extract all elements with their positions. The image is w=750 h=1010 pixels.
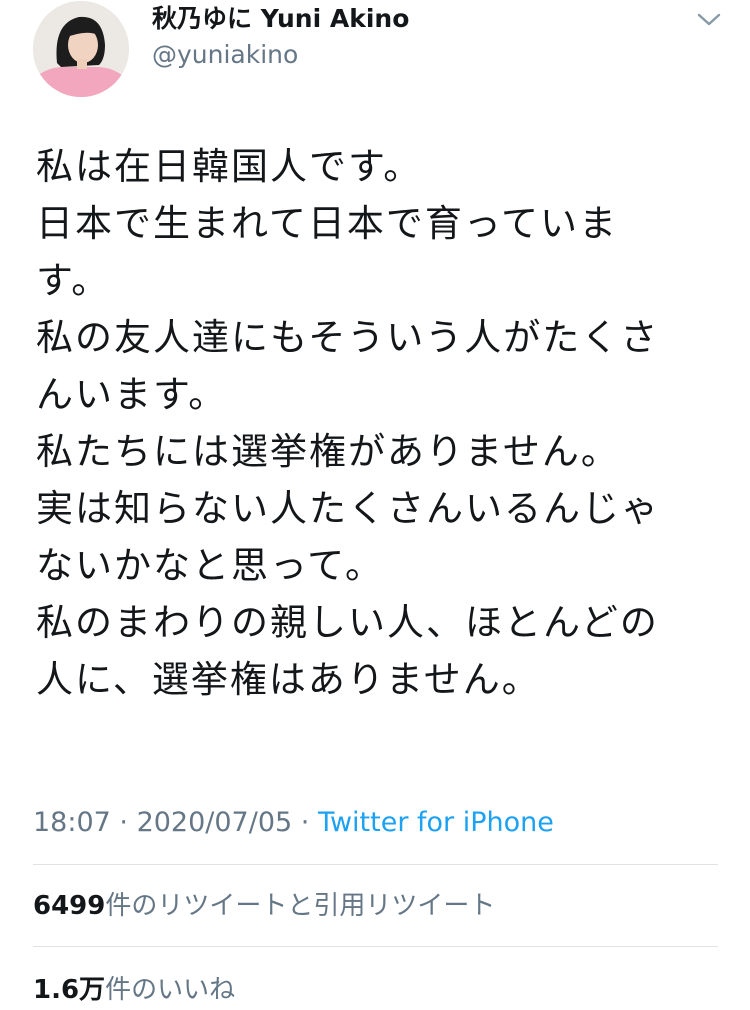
avatar[interactable] (33, 1, 129, 97)
likes-label: 件のいいね (105, 975, 236, 1005)
tweet-text-line: 人に、選挙権はありません。 (36, 658, 541, 701)
likes-count: 1.6万 (33, 975, 106, 1005)
tweet-text-line: す。 (36, 259, 111, 302)
tweet-menu-button[interactable] (693, 6, 725, 34)
tweet-time[interactable]: 18:07 (33, 807, 111, 838)
tweet-text-line: 私の友人達にもそういう人がたくさ (36, 316, 660, 359)
divider (33, 946, 718, 947)
retweets-stat[interactable]: 6499件のリツイートと引用リツイート (33, 886, 495, 926)
retweets-label: 件のリツイートと引用リツイート (105, 891, 496, 921)
tweet-text-line: 日本で生まれて日本で育っていま (36, 202, 619, 245)
tweet-text: 私は在日韓国人です。 日本で生まれて日本で育っていま す。 私の友人達にもそうい… (36, 138, 736, 708)
author-username[interactable]: @yuniakino (152, 38, 298, 72)
tweet-text-line: 私は在日韓国人です。 (36, 145, 423, 188)
divider (33, 864, 718, 865)
avatar-photo (33, 1, 129, 97)
meta-separator: · (292, 807, 318, 838)
meta-separator: · (110, 807, 137, 838)
tweet-meta: 18:07 · 2020/07/05 · Twitter for iPhone (33, 803, 554, 843)
likes-stat[interactable]: 1.6万件のいいね (33, 970, 235, 1010)
tweet-date[interactable]: 2020/07/05 (137, 807, 293, 838)
tweet-text-line: 私たちには選挙権がありません。 (36, 430, 620, 473)
tweet-text-line: ないかなと思って。 (36, 544, 385, 587)
tweet-text-line: 実は知らない人たくさんいるんじゃ (36, 487, 660, 530)
tweet-source-link[interactable]: Twitter for iPhone (318, 807, 554, 838)
retweets-count: 6499 (33, 891, 106, 921)
author-display-name[interactable]: 秋乃ゆに Yuni Akino (152, 2, 409, 36)
chevron-down-icon (697, 13, 721, 26)
tweet-text-line: 私のまわりの親しい人、ほとんどの (36, 601, 659, 644)
tweet-text-line: んいます。 (36, 373, 228, 416)
